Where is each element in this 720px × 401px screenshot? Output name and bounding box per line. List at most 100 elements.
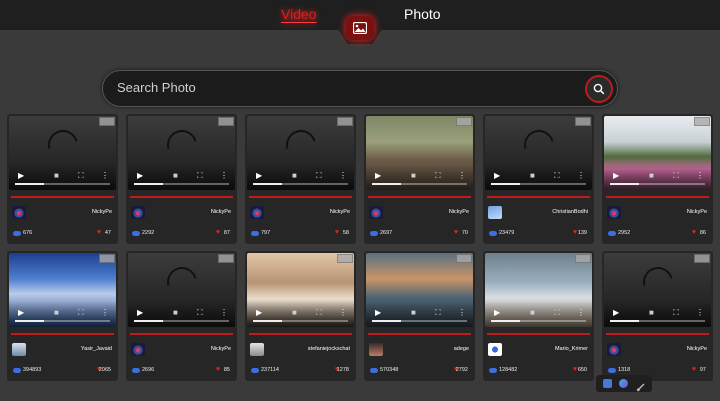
volume-icon[interactable]: ■ (411, 172, 416, 180)
more-icon[interactable]: ⋮ (696, 172, 704, 180)
video-progress-bar[interactable] (372, 183, 467, 185)
play-icon[interactable]: ▶ (18, 172, 24, 180)
avatar[interactable] (488, 343, 502, 356)
volume-icon[interactable]: ■ (530, 309, 535, 317)
play-icon[interactable]: ▶ (18, 309, 24, 317)
tab-video[interactable]: Video (281, 6, 317, 22)
video-player[interactable]: ▶ ■ ⛶ ⋮ (485, 116, 592, 190)
picture-in-picture-icon[interactable] (575, 254, 591, 263)
heart-icon[interactable]: ♥ (573, 229, 577, 236)
avatar[interactable] (250, 343, 264, 356)
more-icon[interactable]: ⋮ (577, 172, 585, 180)
more-icon[interactable]: ⋮ (101, 309, 109, 317)
heart-icon[interactable]: ♥ (454, 229, 458, 236)
video-card[interactable]: ▶ ■ ⛶ ⋮ NickyPe 2697 ♥ 70 (364, 114, 475, 244)
username[interactable]: Yasir_Javaid (81, 346, 112, 352)
picture-in-picture-icon[interactable] (456, 117, 472, 126)
video-progress-bar[interactable] (491, 320, 586, 322)
search-input[interactable] (117, 80, 557, 95)
tab-photo[interactable]: Photo (404, 6, 441, 22)
avatar[interactable] (369, 343, 383, 356)
username[interactable]: adege (454, 346, 469, 352)
username[interactable]: NickyPe (211, 346, 231, 352)
fullscreen-icon[interactable]: ⛶ (554, 309, 560, 317)
username[interactable]: NickyPe (449, 209, 469, 215)
video-player[interactable]: ▶ ■ ⛶ ⋮ (9, 253, 116, 327)
username[interactable]: Mario_Krimer (555, 346, 588, 352)
video-progress-bar[interactable] (491, 183, 586, 185)
play-icon[interactable]: ▶ (256, 172, 262, 180)
picture-in-picture-icon[interactable] (575, 117, 591, 126)
play-icon[interactable]: ▶ (137, 172, 143, 180)
video-player[interactable]: ▶ ■ ⛶ ⋮ (247, 116, 354, 190)
more-icon[interactable]: ⋮ (220, 172, 228, 180)
volume-icon[interactable]: ■ (54, 309, 59, 317)
more-icon[interactable]: ⋮ (101, 172, 109, 180)
more-icon[interactable]: ⋮ (577, 309, 585, 317)
heart-icon[interactable]: ♥ (692, 366, 696, 373)
username[interactable]: NickyPe (687, 209, 707, 215)
volume-icon[interactable]: ■ (292, 309, 297, 317)
picture-in-picture-icon[interactable] (456, 254, 472, 263)
more-icon[interactable]: ⋮ (696, 309, 704, 317)
fullscreen-icon[interactable]: ⛶ (78, 309, 84, 317)
video-progress-bar[interactable] (253, 320, 348, 322)
volume-icon[interactable]: ■ (649, 172, 654, 180)
video-card[interactable]: ▶ ■ ⛶ ⋮ adege 570348 ♥ 2792 (364, 251, 475, 381)
picture-in-picture-icon[interactable] (99, 254, 115, 263)
volume-icon[interactable]: ■ (649, 309, 654, 317)
volume-icon[interactable]: ■ (530, 172, 535, 180)
more-icon[interactable]: ⋮ (339, 309, 347, 317)
heart-icon[interactable]: ♥ (573, 366, 577, 373)
more-icon[interactable]: ⋮ (339, 172, 347, 180)
username[interactable]: stefaniejockschat (308, 346, 350, 352)
username[interactable]: NickyPe (330, 209, 350, 215)
video-player[interactable]: ▶ ■ ⛶ ⋮ (128, 116, 235, 190)
username[interactable]: NickyPe (211, 209, 231, 215)
video-progress-bar[interactable] (134, 183, 229, 185)
video-card[interactable]: ▶ ■ ⛶ ⋮ stefaniejockschat 237114 ♥ 1278 (245, 251, 356, 381)
fullscreen-icon[interactable]: ⛶ (316, 172, 322, 180)
video-player[interactable]: ▶ ■ ⛶ ⋮ (604, 116, 711, 190)
more-icon[interactable]: ⋮ (220, 309, 228, 317)
video-progress-bar[interactable] (134, 320, 229, 322)
video-player[interactable]: ▶ ■ ⛶ ⋮ (366, 116, 473, 190)
avatar[interactable] (131, 343, 145, 356)
volume-icon[interactable]: ■ (411, 309, 416, 317)
fullscreen-icon[interactable]: ⛶ (316, 309, 322, 317)
search-button[interactable] (585, 75, 613, 103)
volume-icon[interactable]: ■ (292, 172, 297, 180)
video-card[interactable]: ▶ ■ ⛶ ⋮ Yasir_Javaid 394893 ♥ 2065 (7, 251, 118, 381)
fullscreen-icon[interactable]: ⛶ (435, 172, 441, 180)
avatar[interactable] (607, 206, 621, 219)
picture-in-picture-icon[interactable] (218, 117, 234, 126)
avatar[interactable] (12, 343, 26, 356)
fullscreen-icon[interactable]: ⛶ (435, 309, 441, 317)
video-progress-bar[interactable] (15, 320, 110, 322)
volume-icon[interactable]: ■ (54, 172, 59, 180)
avatar[interactable] (488, 206, 502, 219)
video-card[interactable]: ▶ ■ ⛶ ⋮ Mario_Krimer 128482 ♥ 650 (483, 251, 594, 381)
picture-in-picture-icon[interactable] (694, 254, 710, 263)
video-progress-bar[interactable] (610, 320, 705, 322)
play-icon[interactable]: ▶ (613, 309, 619, 317)
fullscreen-icon[interactable]: ⛶ (78, 172, 84, 180)
picture-in-picture-icon[interactable] (218, 254, 234, 263)
play-icon[interactable]: ▶ (494, 309, 500, 317)
avatar[interactable] (131, 206, 145, 219)
play-icon[interactable]: ▶ (375, 309, 381, 317)
video-player[interactable]: ▶ ■ ⛶ ⋮ (604, 253, 711, 327)
window-icon[interactable] (603, 379, 612, 388)
fullscreen-icon[interactable]: ⛶ (197, 309, 203, 317)
fullscreen-icon[interactable]: ⛶ (554, 172, 560, 180)
volume-icon[interactable]: ■ (173, 309, 178, 317)
play-icon[interactable]: ▶ (256, 309, 262, 317)
more-icon[interactable]: ⋮ (458, 309, 466, 317)
heart-icon[interactable]: ♥ (97, 229, 101, 236)
video-card[interactable]: ▶ ■ ⛶ ⋮ NickyPe 2292 ♥ 87 (126, 114, 237, 244)
video-player[interactable]: ▶ ■ ⛶ ⋮ (9, 116, 116, 190)
fullscreen-icon[interactable]: ⛶ (673, 309, 679, 317)
play-icon[interactable]: ▶ (375, 172, 381, 180)
avatar[interactable] (250, 206, 264, 219)
video-card[interactable]: ▶ ■ ⛶ ⋮ NickyPe 2696 ♥ 85 (126, 251, 237, 381)
